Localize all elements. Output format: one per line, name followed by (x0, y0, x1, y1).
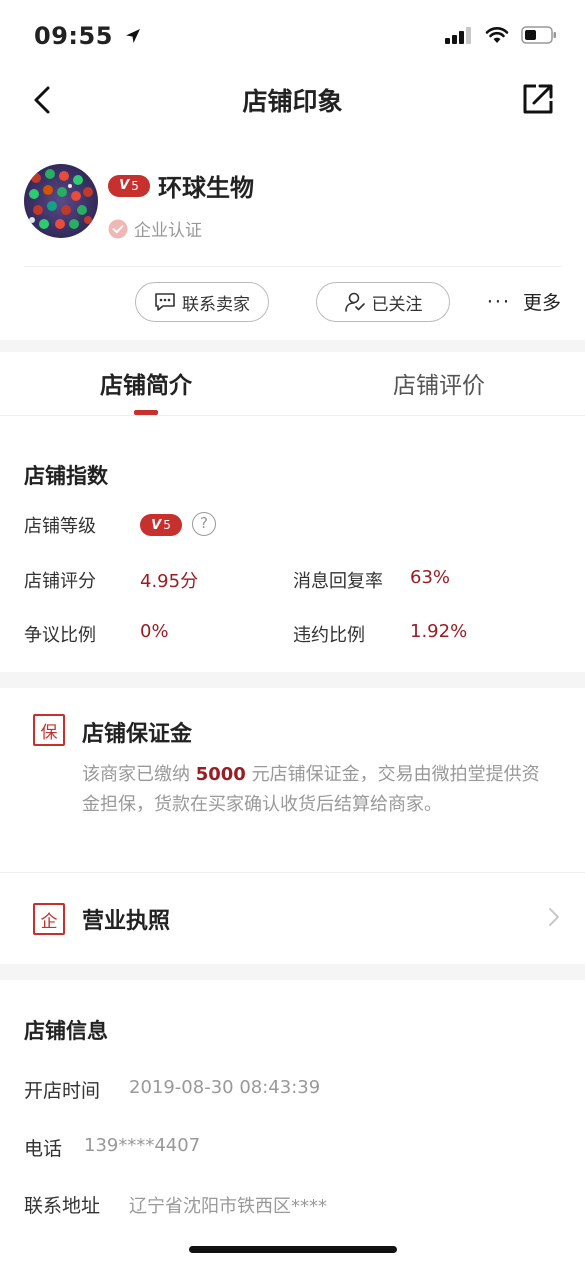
section-separator (0, 340, 585, 352)
following-label: 已关注 (371, 294, 423, 315)
shop-index-title: 店铺指数 (24, 464, 108, 488)
home-indicator[interactable] (189, 1246, 397, 1253)
status-bar: 09:55 (0, 0, 585, 72)
address-label: 联系地址 (24, 1195, 101, 1217)
license-title: 营业执照 (82, 909, 171, 934)
breach-ratio-value: 1.92% (410, 621, 468, 642)
verification-text: 企业认证 (134, 221, 202, 241)
battery-icon (521, 26, 556, 44)
shop-level-badge: V5 (108, 174, 150, 197)
reply-rate-label: 消息回复率 (293, 571, 383, 592)
shop-name-row: V5 环球生物 (108, 168, 254, 203)
status-time: 09:55 (34, 22, 142, 50)
dispute-ratio-value: 0% (140, 621, 169, 642)
level-value-number: 5 (163, 518, 171, 532)
tab-shop-intro[interactable]: 店铺简介 (0, 366, 292, 400)
chevron-right-icon (549, 908, 559, 926)
shop-rating-label: 店铺评分 (24, 571, 96, 592)
phone-label: 电话 (24, 1138, 63, 1160)
status-icons (445, 26, 557, 44)
chat-bubble-icon (155, 293, 175, 311)
more-button[interactable]: ··· 更多 (487, 288, 561, 315)
avatar-image (24, 164, 98, 238)
deposit-desc-before: 该商家已缴纳 (82, 764, 196, 785)
user-check-icon (344, 292, 365, 312)
open-time-label: 开店时间 (24, 1080, 101, 1102)
verification-row: 企业认证 (108, 216, 202, 241)
status-time-text: 09:55 (34, 22, 113, 50)
deposit-description: 该商家已缴纳 5000 元店铺保证金，交易由微拍堂提供资金担保，货款在买家确认收… (82, 760, 542, 820)
more-dots-icon: ··· (486, 290, 511, 313)
share-icon[interactable] (521, 82, 555, 116)
help-icon[interactable]: ? (192, 512, 216, 536)
reply-rate-value: 63% (410, 567, 451, 588)
following-button[interactable]: 已关注 (316, 282, 450, 322)
section-separator (0, 672, 585, 688)
dispute-ratio-label: 争议比例 (24, 625, 96, 646)
address-value: 辽宁省沈阳市铁西区**** (129, 1196, 327, 1217)
shop-info-title: 店铺信息 (24, 1019, 108, 1043)
level-badge-letter: V (119, 178, 130, 193)
more-label: 更多 (522, 292, 561, 314)
contact-seller-label: 联系卖家 (182, 294, 250, 315)
header-divider (24, 266, 561, 267)
deposit-amount: 5000 (195, 764, 246, 785)
license-icon: 企 (33, 903, 65, 935)
breach-ratio-label: 违约比例 (293, 625, 365, 646)
section-separator (0, 964, 585, 980)
tab-shop-reviews[interactable]: 店铺评价 (293, 366, 585, 400)
shop-level-value-badge: V5 (140, 514, 182, 536)
shop-name: 环球生物 (158, 174, 254, 202)
contact-seller-button[interactable]: 联系卖家 (135, 282, 269, 322)
wifi-icon (485, 27, 509, 43)
page-title: 店铺印象 (242, 87, 343, 116)
business-license-row[interactable]: 企 营业执照 (0, 873, 585, 963)
level-badge-number: 5 (131, 178, 139, 193)
nav-bar: 店铺印象 (0, 72, 585, 130)
shop-rating-value: 4.95分 (140, 571, 199, 592)
open-time-value: 2019-08-30 08:43:39 (129, 1077, 321, 1098)
shop-avatar[interactable] (24, 164, 98, 238)
deposit-icon: 保 (33, 714, 65, 746)
shop-header: V5 环球生物 企业认证 (0, 160, 585, 266)
location-arrow-icon (125, 29, 140, 43)
action-row: 联系卖家 已关注 ··· 更多 (0, 280, 585, 324)
active-tab-indicator (134, 410, 158, 415)
phone-value: 139****4407 (84, 1135, 201, 1156)
level-value-letter: V (151, 517, 162, 533)
tab-bar: 店铺简介 店铺评价 (0, 352, 585, 416)
signal-icon (445, 27, 471, 44)
deposit-title: 店铺保证金 (82, 722, 193, 747)
verified-check-icon (108, 219, 128, 238)
shop-level-label: 店铺等级 (24, 516, 96, 537)
